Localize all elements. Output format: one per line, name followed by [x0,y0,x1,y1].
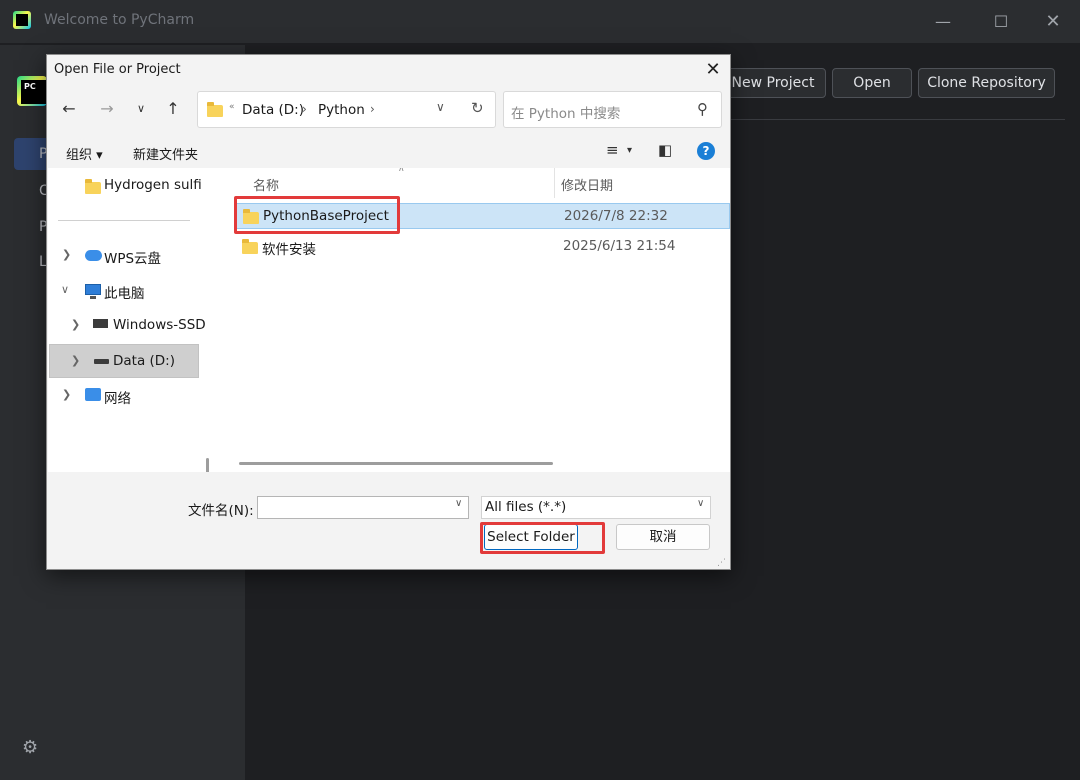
overflow-chevron[interactable]: « [229,102,235,112]
navigation-tree[interactable]: Hydrogen sulfi ❯ WPS云盘 ∨ 此电脑 ❯ Windows-S… [48,168,220,472]
new-project-button[interactable]: New Project [720,68,826,98]
help-icon[interactable]: ? [697,142,715,160]
search-input[interactable]: 在 Python 中搜索 ⚲ [503,91,722,128]
tree-item-label: Windows-SSD [113,317,206,333]
file-name: 软件安装 [262,242,316,258]
back-arrow-icon[interactable]: ← [57,97,81,121]
close-icon[interactable]: ✕ [1038,8,1068,36]
drive-icon [93,319,108,328]
window-title: Welcome to PyCharm [44,12,195,28]
filename-label: 文件名(N): [188,503,254,519]
minimize-icon[interactable]: — [928,8,958,36]
resize-grip-icon[interactable]: ⋰ [717,558,726,568]
tree-item-this-pc[interactable]: ∨ 此电脑 [48,274,220,308]
tree-item-label: 此电脑 [104,286,145,302]
file-type-dropdown-icon[interactable]: ∨ [697,498,704,509]
file-list-scrollbar[interactable] [239,462,553,465]
filename-dropdown-icon[interactable]: ∨ [455,498,462,509]
up-arrow-icon[interactable]: ↑ [161,97,185,121]
address-bar[interactable]: « Data (D:) › Python › ∨ ↻ [197,91,496,128]
file-date: 2026/7/8 22:32 [564,208,668,224]
tree-item-label: Hydrogen sulfi [104,177,202,193]
chevron-right-icon[interactable]: › [370,102,375,116]
organize-menu[interactable]: 组织 ▾ [66,144,103,163]
chevron-right-icon[interactable]: ❯ [71,318,80,331]
folder-icon [207,102,223,117]
open-button[interactable]: Open [832,68,912,98]
file-type-select[interactable]: All files (*.*) [481,496,711,519]
preview-pane-icon[interactable]: ◧ [658,141,672,159]
tree-item-hydrogen[interactable]: Hydrogen sulfi [48,169,220,203]
breadcrumb-python[interactable]: Python [318,102,365,118]
forward-arrow-icon[interactable]: → [95,97,119,121]
tree-item-label: WPS云盘 [104,251,162,267]
dialog-title: Open File or Project [54,62,181,77]
clone-repository-button[interactable]: Clone Repository [918,68,1055,98]
tree-item-label: 网络 [104,391,131,407]
tree-item-network[interactable]: ❯ 网络 [48,379,220,413]
network-icon [85,388,101,401]
chevron-right-icon[interactable]: › [302,102,307,116]
tree-item-windows-ssd[interactable]: ❯ Windows-SSD [48,309,220,343]
refresh-icon[interactable]: ↻ [471,99,484,117]
pycharm-app-icon [13,11,31,29]
tree-item-data-drive[interactable]: ❯ Data (D:) [49,344,199,378]
maximize-icon[interactable]: ☐ [986,8,1016,36]
tree-scrollbar[interactable] [206,458,209,472]
breadcrumb-data-drive[interactable]: Data (D:) [242,102,304,118]
cloud-icon [85,250,102,261]
highlight-box [234,196,400,234]
folder-icon [85,179,101,194]
computer-icon [85,284,101,299]
address-dropdown-icon[interactable]: ∨ [436,100,445,114]
gear-icon[interactable]: ⚙ [22,737,38,758]
drive-icon [94,359,109,364]
view-dropdown-icon[interactable]: ▾ [627,145,632,156]
dialog-close-icon[interactable]: ✕ [699,59,727,81]
chevron-down-icon[interactable]: ∨ [61,283,69,296]
view-options-icon[interactable]: ≡ [606,141,619,159]
cancel-button[interactable]: 取消 [616,524,710,550]
open-file-dialog: Open File or Project ✕ ← → ∨ ↑ « Data (D… [46,54,731,570]
column-header-name[interactable]: 名称 [253,175,279,194]
divider [728,119,1065,120]
recent-chevron-down-icon[interactable]: ∨ [129,97,153,121]
sort-caret-icon: ∧ [398,168,405,174]
column-header-modified[interactable]: 修改日期 [561,175,613,194]
search-placeholder: 在 Python 中搜索 [511,106,621,122]
chevron-right-icon[interactable]: ❯ [71,354,80,367]
chevron-right-icon[interactable]: ❯ [62,388,71,401]
tree-item-wps-cloud[interactable]: ❯ WPS云盘 [48,239,220,273]
column-divider[interactable] [554,168,555,198]
tree-item-label: Data (D:) [113,353,176,369]
folder-icon [242,239,258,254]
file-row[interactable]: 软件安装 2025/6/13 21:54 [235,234,730,260]
pycharm-titlebar: Welcome to PyCharm — ☐ ✕ [0,0,1080,44]
pycharm-logo-icon [17,76,47,106]
search-icon[interactable]: ⚲ [697,100,708,118]
filename-input[interactable] [257,496,469,519]
highlight-box [480,522,605,554]
new-folder-button[interactable]: 新建文件夹 [133,144,198,163]
file-date: 2025/6/13 21:54 [563,238,676,254]
chevron-right-icon[interactable]: ❯ [62,248,71,261]
tree-divider [58,220,190,221]
